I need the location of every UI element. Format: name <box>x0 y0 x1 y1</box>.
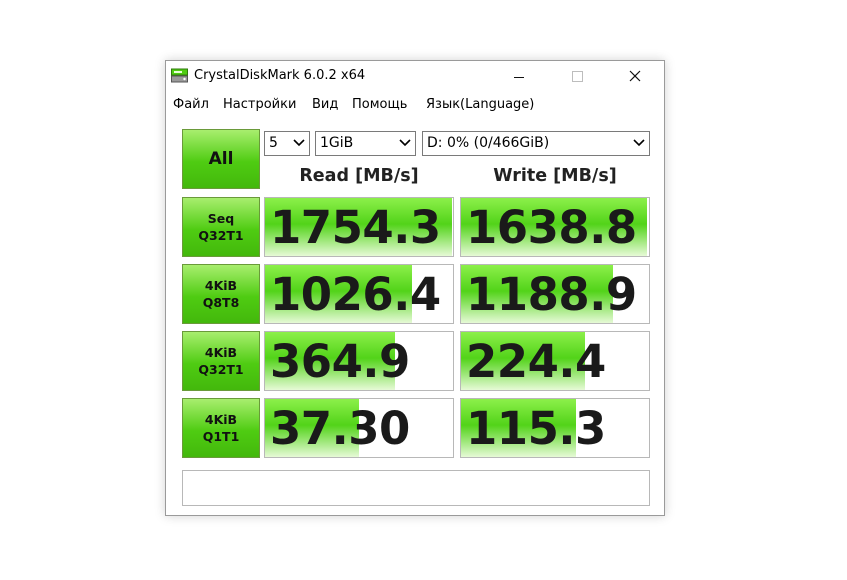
read-result-value: 1026.4 <box>270 268 441 321</box>
menu-bar: Файл Настройки Вид Помощь Язык(Language) <box>166 94 664 116</box>
write-result-value: 224.4 <box>466 335 606 388</box>
comment-input[interactable] <box>182 470 650 506</box>
4kib-q8t8-button[interactable]: 4KiB Q8T8 <box>182 264 260 324</box>
4kib-q1t1-button[interactable]: 4KiB Q1T1 <box>182 398 260 458</box>
minimize-icon <box>514 76 524 78</box>
window-title: CrystalDiskMark 6.0.2 x64 <box>194 68 366 83</box>
test-label-line1: 4KiB <box>204 278 238 293</box>
test-label-line1: 4KiB <box>204 412 238 427</box>
chevron-down-icon <box>293 139 305 147</box>
maximize-button[interactable] <box>554 61 600 91</box>
menu-file[interactable]: Файл <box>173 97 209 112</box>
title-bar[interactable]: CrystalDiskMark 6.0.2 x64 <box>166 61 664 93</box>
app-window: CrystalDiskMark 6.0.2 x64 Файл Настройки… <box>165 60 665 516</box>
minimize-button[interactable] <box>496 61 542 91</box>
chevron-down-icon <box>633 139 645 147</box>
chevron-down-icon <box>399 139 411 147</box>
read-result-cell: 364.9 <box>264 331 454 391</box>
test-label-line1: 4KiB <box>204 345 238 360</box>
menu-language[interactable]: Язык(Language) <box>426 97 534 112</box>
test-label-line2: Q8T8 <box>202 295 240 310</box>
write-result-cell: 224.4 <box>460 331 650 391</box>
write-result-value: 1188.9 <box>466 268 637 321</box>
read-result-cell: 1026.4 <box>264 264 454 324</box>
test-size-select[interactable]: 1GiB <box>315 131 416 156</box>
test-count-select[interactable]: 5 <box>264 131 310 156</box>
read-result-value: 364.9 <box>270 335 410 388</box>
test-label-line2: Q1T1 <box>202 429 240 444</box>
test-label-line2: Q32T1 <box>198 362 244 377</box>
test-count-value: 5 <box>269 135 278 151</box>
write-result-value: 115.3 <box>466 402 606 455</box>
4kib-q32t1-button[interactable]: 4KiB Q32T1 <box>182 331 260 391</box>
read-result-cell: 37.30 <box>264 398 454 458</box>
test-label-line1: Seq <box>207 211 235 226</box>
close-icon <box>629 70 641 82</box>
menu-view[interactable]: Вид <box>312 97 338 112</box>
disk-app-icon <box>171 68 188 83</box>
test-size-value: 1GiB <box>320 135 354 151</box>
write-result-cell: 115.3 <box>460 398 650 458</box>
close-button[interactable] <box>612 61 658 91</box>
drive-select[interactable]: D: 0% (0/466GiB) <box>422 131 650 156</box>
write-result-value: 1638.8 <box>466 201 637 254</box>
read-result-value: 1754.3 <box>270 201 441 254</box>
main-panel: All 5 1GiB D: 0% (0/466GiB) Read [MB/s] … <box>166 117 664 515</box>
run-all-button[interactable]: All <box>182 129 260 189</box>
read-result-cell: 1754.3 <box>264 197 454 257</box>
menu-help[interactable]: Помощь <box>352 97 407 112</box>
menu-settings[interactable]: Настройки <box>223 97 296 112</box>
write-result-cell: 1638.8 <box>460 197 650 257</box>
test-label-line2: Q32T1 <box>198 228 244 243</box>
seq-q32t1-button[interactable]: Seq Q32T1 <box>182 197 260 257</box>
write-result-cell: 1188.9 <box>460 264 650 324</box>
drive-value: D: 0% (0/466GiB) <box>427 135 550 151</box>
maximize-icon <box>571 70 583 82</box>
read-result-value: 37.30 <box>270 402 410 455</box>
write-column-header: Write [MB/s] <box>493 166 617 186</box>
read-column-header: Read [MB/s] <box>299 166 419 186</box>
